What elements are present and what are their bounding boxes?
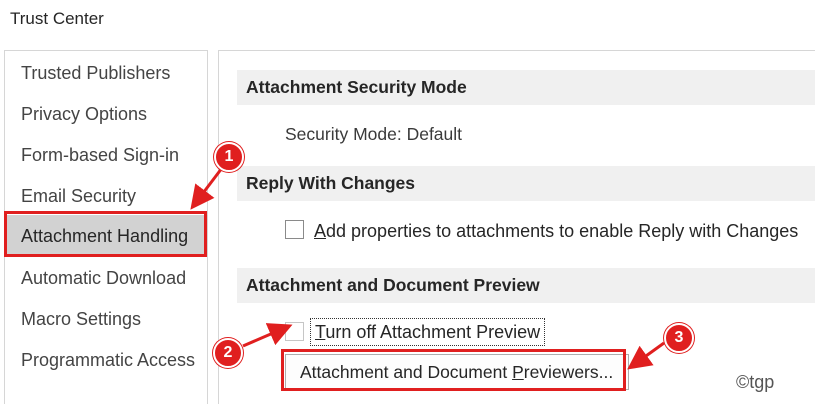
reply-with-changes-checkbox[interactable]: [285, 220, 304, 239]
marker-2: 2: [213, 338, 243, 368]
button-suffix: reviewers...: [523, 362, 614, 382]
preview-label-text: urn off Attachment Preview: [325, 322, 541, 342]
sidebar-item-privacy-options[interactable]: Privacy Options: [21, 104, 147, 125]
main-panel: Attachment Security Mode Security Mode: …: [218, 50, 815, 404]
section-header-security-mode: Attachment Security Mode: [237, 70, 815, 105]
reply-with-changes-label[interactable]: Add properties to attachments to enable …: [314, 221, 798, 242]
reply-access-key: A: [314, 221, 327, 241]
section-header-reply-with-changes: Reply With Changes: [237, 166, 815, 201]
document-previewers-button[interactable]: Attachment and Document Previewers...: [285, 354, 629, 390]
sidebar-item-programmatic-access[interactable]: Programmatic Access: [21, 350, 195, 371]
sidebar-item-macro-settings[interactable]: Macro Settings: [21, 309, 141, 330]
sidebar-item-automatic-download[interactable]: Automatic Download: [21, 268, 186, 289]
section-header-attachment-preview: Attachment and Document Preview: [237, 268, 815, 303]
sidebar-item-email-security[interactable]: Email Security: [21, 186, 136, 207]
marker-3: 3: [664, 323, 694, 353]
preview-access-key: T: [315, 322, 326, 342]
reply-label-text: dd properties to attachments to enable R…: [326, 221, 799, 241]
trust-center-window: Trust Center Trusted Publishers Privacy …: [0, 0, 815, 404]
security-mode-text: Security Mode: Default: [285, 124, 463, 144]
marker-1: 1: [214, 142, 244, 172]
sidebar: Trusted Publishers Privacy Options Form-…: [4, 50, 208, 404]
watermark: ©tgp: [736, 372, 775, 392]
button-prefix: Attachment and Document: [300, 362, 513, 382]
window-title: Trust Center: [10, 9, 104, 28]
button-access-key: P: [512, 362, 524, 382]
sidebar-item-form-based-sign-in[interactable]: Form-based Sign-in: [21, 145, 179, 166]
turn-off-preview-checkbox[interactable]: [285, 322, 304, 341]
turn-off-preview-label[interactable]: Turn off Attachment Preview: [310, 318, 546, 346]
sidebar-item-trusted-publishers[interactable]: Trusted Publishers: [21, 63, 170, 84]
sidebar-item-attachment-handling[interactable]: Attachment Handling: [6, 215, 208, 257]
